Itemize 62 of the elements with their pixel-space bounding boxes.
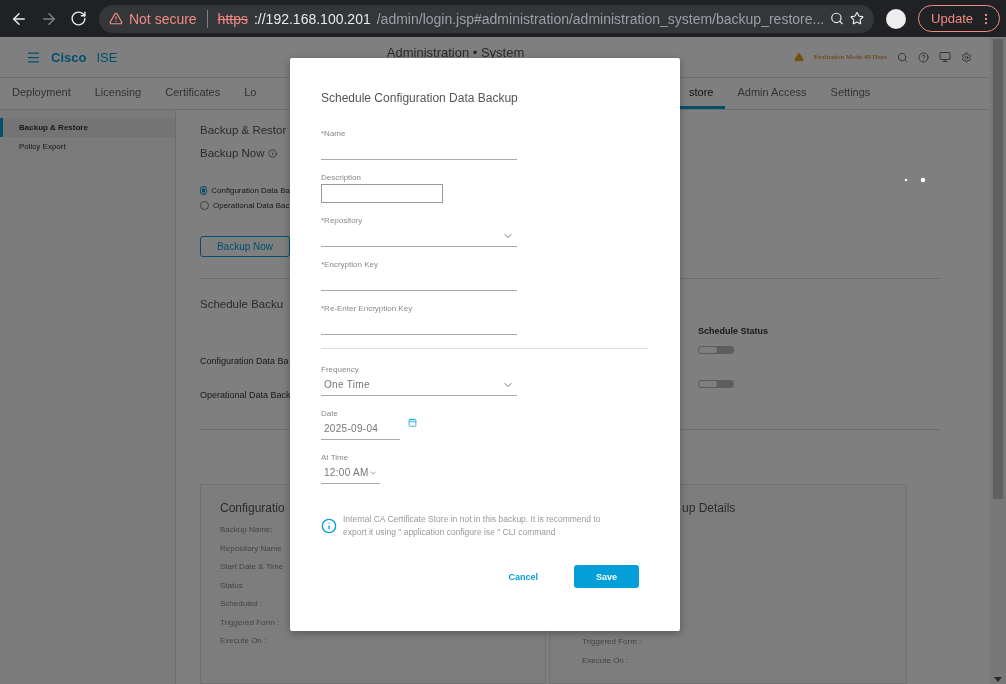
address-bar[interactable]: Not secure https ://192.168.100.201 /admin/login.jsp#administration/administration_system/backup_restore... (99, 4, 875, 33)
section-heading: Schedule Backu (200, 297, 284, 310)
calendar-icon[interactable] (408, 418, 417, 427)
url-host: ://192.168.100.201 (253, 10, 371, 27)
settings-icon[interactable] (961, 51, 972, 63)
field-label: *Name (321, 129, 347, 138)
search-icon[interactable] (897, 51, 908, 63)
loading-dots-icon (904, 177, 926, 184)
card-title: Configuratio (220, 501, 285, 515)
brand-name: Cisco (51, 49, 87, 65)
time-dropdown[interactable]: 12:00 AM (321, 462, 380, 484)
field-label: *Re-Enter Encryption Key (321, 304, 414, 313)
field-label: At Time (321, 453, 350, 462)
security-label: Not secure (128, 10, 197, 27)
help-icon[interactable] (918, 51, 929, 63)
field-label: Frequency (321, 365, 360, 374)
toggle-switch[interactable] (698, 380, 734, 389)
nav-tab[interactable]: Lo (232, 78, 269, 109)
textarea-field[interactable] (321, 184, 443, 203)
monitor-icon[interactable] (939, 51, 951, 63)
warning-icon (793, 52, 804, 62)
field-label: Description (321, 173, 362, 182)
cancel-button[interactable]: Cancel (502, 570, 544, 583)
url-path: /admin/login.jsp#administration/administration_system/backup_restore... (376, 10, 825, 27)
row-label: Configuration Data Ba (200, 356, 290, 367)
sidebar-item[interactable]: Policy Export (0, 137, 175, 156)
radio-option[interactable]: Configuration Data Ba (200, 185, 290, 195)
note-text: Internal CA Certificate Store in not in this backup. It is recommend to export it using " application configure ise " CLI command (343, 513, 602, 539)
column-heading: Schedule Status (698, 326, 770, 337)
date-field[interactable]: 2025-09-04 (321, 418, 400, 440)
info-icon (321, 518, 337, 534)
dropdown-field[interactable]: One Time (321, 374, 517, 396)
warning-icon (109, 11, 123, 26)
scrollbar-thumb[interactable] (993, 39, 1003, 499)
scroll-down-icon[interactable] (994, 677, 1002, 682)
url-scheme: https (217, 10, 248, 27)
radio-option[interactable]: Operational Data Bac (200, 201, 290, 211)
info-icon (267, 148, 277, 158)
avatar-circle[interactable] (886, 8, 907, 29)
zoom-icon[interactable] (830, 11, 845, 26)
nav-tab[interactable]: Licensing (82, 78, 154, 109)
field-label: Date (321, 409, 339, 418)
toggle-switch[interactable] (698, 346, 734, 355)
page-title: Administration • System (385, 45, 526, 60)
card-title: up Details (682, 501, 736, 515)
row-label: Operational Data Back (200, 390, 290, 401)
sidebar-item[interactable]: Backup & Restore (0, 118, 175, 137)
section-heading: Backup & Restor (200, 124, 287, 136)
nav-tab[interactable]: Admin Access (725, 78, 819, 109)
menu-icon[interactable] (26, 49, 41, 65)
field-label: *Encryption Key (321, 260, 379, 269)
product-name: ISE (96, 49, 118, 65)
nav-tab[interactable]: Certificates (153, 78, 233, 109)
reload-icon[interactable] (70, 10, 87, 27)
star-icon[interactable] (850, 11, 865, 26)
save-button[interactable]: Save (574, 565, 639, 588)
field-label: *Repository (321, 216, 364, 225)
nav-tab[interactable]: Settings (818, 78, 883, 109)
nav-tab[interactable]: Deployment (0, 78, 83, 109)
section-heading: Backup Now (200, 147, 277, 160)
backup-now-button[interactable]: Backup Now (200, 235, 290, 257)
dialog-title: Schedule Configuration Data Backup (321, 91, 519, 105)
